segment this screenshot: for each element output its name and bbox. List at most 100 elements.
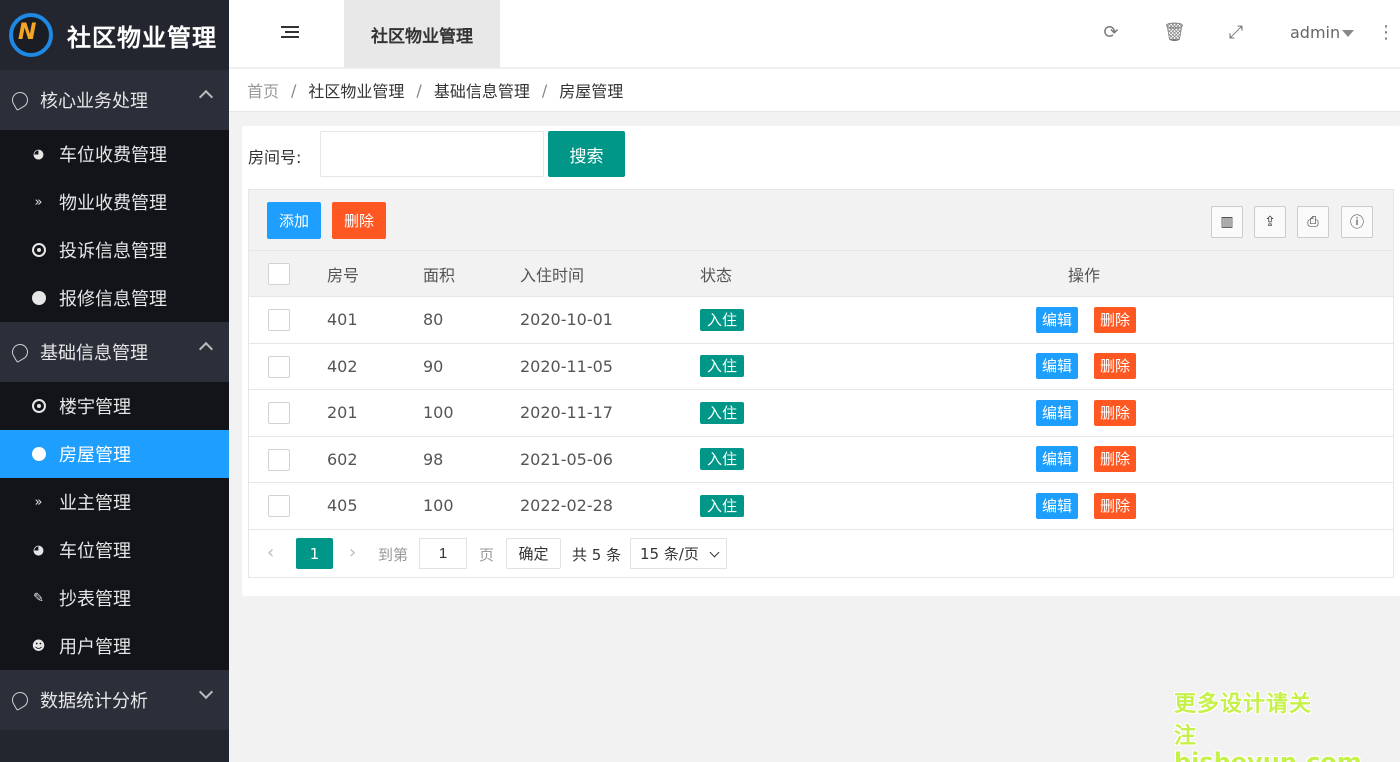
col-status[interactable]: 状态: [700, 251, 732, 296]
sidebar-item-houses[interactable]: 房屋管理: [0, 430, 229, 478]
prev-page-icon[interactable]: ‹: [267, 542, 274, 563]
search-button[interactable]: 搜索: [548, 131, 625, 177]
sidebar: N 社区物业管理 核心业务处理 ◕ 车位收费管理 » 物业收费管理 投诉信息管理…: [0, 0, 229, 762]
delete-button[interactable]: 删除: [1094, 446, 1137, 473]
refresh-icon[interactable]: ⟳: [1100, 22, 1122, 44]
select-all-checkbox[interactable]: [268, 263, 290, 285]
header: 社区物业管理 ⟳ 🗑 ⤢ admin ⋮: [229, 0, 1400, 68]
dashboard-icon: ◕: [32, 146, 45, 162]
breadcrumb-item[interactable]: 基础信息管理: [434, 78, 530, 102]
status-badge: 入住: [700, 401, 745, 424]
col-area[interactable]: 面积: [423, 251, 455, 296]
export-icon[interactable]: ⇪: [1254, 206, 1286, 238]
col-date[interactable]: 入住时间: [520, 251, 584, 296]
leaf-icon: [9, 341, 31, 363]
row-checkbox[interactable]: [268, 309, 290, 331]
chevron-up-icon: [198, 341, 214, 357]
chevron-down-icon: [709, 547, 720, 558]
sidebar-item-property-fee[interactable]: » 物业收费管理: [0, 178, 229, 226]
row-checkbox[interactable]: [268, 355, 290, 378]
nav-group-basic-info[interactable]: 基础信息管理: [0, 322, 229, 382]
nav-group-core[interactable]: 核心业务处理: [0, 70, 229, 130]
sidebar-item-complaints[interactable]: 投诉信息管理: [0, 226, 229, 274]
col-actions: 操作: [1068, 265, 1101, 285]
goto-suffix: 页: [479, 546, 495, 564]
goto-prefix: 到第: [378, 546, 409, 564]
sidebar-item-users[interactable]: ☻ 用户管理: [0, 622, 229, 670]
goto-page-input[interactable]: [419, 538, 467, 569]
nav-group-statistics[interactable]: 数据统计分析: [0, 670, 229, 730]
columns-icon[interactable]: ▥: [1211, 206, 1243, 238]
circle-up-icon: [31, 291, 46, 306]
batch-delete-button[interactable]: 删除: [332, 202, 386, 239]
sidebar-item-parking-fee[interactable]: ◕ 车位收费管理: [0, 130, 229, 178]
print-icon[interactable]: ⎙: [1297, 206, 1329, 238]
chevron-up-icon: [198, 89, 214, 105]
trash-icon[interactable]: 🗑: [1163, 22, 1186, 44]
edit-button[interactable]: 编辑: [1036, 353, 1079, 380]
logo-icon: N: [9, 13, 53, 57]
breadcrumb-item[interactable]: 社区物业管理: [308, 78, 404, 102]
table-row: 602 98 2021-05-06 入住 编辑 删除: [249, 437, 1393, 483]
dashboard-icon: ◕: [32, 542, 45, 558]
chevron-down-icon: [198, 684, 214, 700]
table-row: 405 100 2022-02-28 入住 编辑 删除: [249, 483, 1393, 530]
circle-up-icon: [31, 447, 46, 462]
delete-button[interactable]: 删除: [1094, 492, 1137, 519]
delete-button[interactable]: 删除: [1094, 306, 1137, 333]
table-row: 201 100 2020-11-17 入住 编辑 删除: [249, 390, 1393, 437]
row-checkbox[interactable]: [268, 402, 290, 424]
leaf-icon: [9, 89, 31, 111]
sidebar-item-parking[interactable]: ◕ 车位管理: [0, 526, 229, 574]
sidebar-item-owners[interactable]: » 业主管理: [0, 478, 229, 526]
user-menu[interactable]: admin: [1290, 23, 1340, 42]
main-card: 房间号: 搜索 添加 删除 ▥ ⇪ ⎙ ⓘ 房号 面积 入住时间 状态 操作 4…: [242, 126, 1400, 596]
edit-button[interactable]: 编辑: [1036, 399, 1079, 426]
delete-button[interactable]: 删除: [1094, 353, 1137, 380]
edit-button[interactable]: 编辑: [1036, 446, 1079, 473]
col-room[interactable]: 房号: [327, 251, 359, 296]
app-title: 社区物业管理: [67, 23, 217, 52]
breadcrumb-current: 房屋管理: [559, 82, 624, 101]
data-table: 添加 删除 ▥ ⇪ ⎙ ⓘ 房号 面积 入住时间 状态 操作 401 80 20…: [248, 189, 1394, 578]
breadcrumb: 首页 / 社区物业管理 / 基础信息管理 / 房屋管理: [229, 69, 1400, 112]
sidebar-item-buildings[interactable]: 楼宇管理: [0, 382, 229, 430]
search-label: 房间号:: [248, 148, 302, 167]
watermark: 更多设计请关注 bisheyun.com: [1174, 692, 1362, 762]
status-badge: 入住: [700, 494, 745, 517]
pagination: ‹ 1 › 到第 页 确定 共 5 条 15 条/页: [249, 529, 1393, 577]
menu-toggle-icon[interactable]: [281, 26, 299, 41]
more-icon[interactable]: ⋮: [1375, 22, 1397, 44]
sidebar-item-repairs[interactable]: 报修信息管理: [0, 274, 229, 322]
edit-icon: ✎: [33, 590, 44, 606]
status-badge: 入住: [700, 308, 745, 331]
page-size-select[interactable]: 15 条/页: [630, 538, 727, 569]
caret-down-icon[interactable]: [1342, 30, 1354, 37]
breadcrumb-home[interactable]: 首页: [247, 78, 279, 102]
row-checkbox[interactable]: [268, 448, 290, 471]
target-icon: [31, 399, 46, 414]
user-icon: ☻: [31, 638, 46, 654]
status-badge: 入住: [700, 355, 745, 378]
edit-button[interactable]: 编辑: [1036, 306, 1079, 333]
info-icon[interactable]: ⓘ: [1341, 206, 1373, 238]
room-number-input[interactable]: [320, 131, 544, 177]
goto-confirm-button[interactable]: 确定: [506, 538, 561, 569]
edit-button[interactable]: 编辑: [1036, 492, 1079, 519]
table-row: 401 80 2020-10-01 入住 编辑 删除: [249, 297, 1393, 344]
double-chevron-down-icon: »: [34, 194, 43, 210]
next-page-icon[interactable]: ›: [349, 542, 356, 563]
logo[interactable]: N 社区物业管理: [0, 0, 229, 70]
target-icon: [31, 243, 46, 258]
nav-group-label: 基础信息管理: [40, 343, 148, 364]
current-page[interactable]: 1: [296, 538, 333, 569]
fullscreen-icon[interactable]: ⤢: [1225, 22, 1247, 44]
tab-community-property[interactable]: 社区物业管理: [344, 0, 500, 68]
delete-button[interactable]: 删除: [1094, 399, 1137, 426]
row-checkbox[interactable]: [268, 495, 290, 517]
status-badge: 入住: [700, 448, 745, 471]
sidebar-item-meter[interactable]: ✎ 抄表管理: [0, 574, 229, 622]
table-row: 402 90 2020-11-05 入住 编辑 删除: [249, 344, 1393, 390]
add-button[interactable]: 添加: [267, 202, 321, 239]
table-toolbar: 添加 删除 ▥ ⇪ ⎙ ⓘ: [249, 190, 1393, 251]
